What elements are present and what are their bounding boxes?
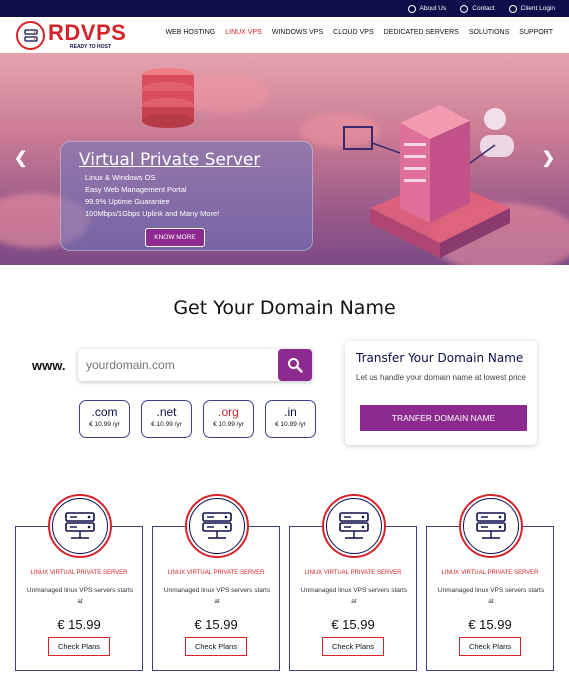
hero-card: Virtual Private Server Linux & Windows O…: [60, 141, 313, 251]
main-menu: WEB HOSTING LINUX VPS WINDOWS VPS CLOUD …: [165, 29, 553, 36]
plan-card: LINUX VIRTUAL PRIVATE SERVER Unmanaged l…: [426, 494, 554, 671]
check-plans-button[interactable]: Check Plans: [322, 637, 384, 656]
server-rack-icon: [202, 512, 232, 539]
plan-price: € 15.99: [468, 617, 512, 632]
plan-name: LINUX VIRTUAL PRIVATE SERVER: [304, 570, 402, 576]
search-icon: [288, 358, 303, 373]
database-illustration: [142, 68, 194, 128]
plan-card: LINUX VIRTUAL PRIVATE SERVER Unmanaged l…: [15, 494, 143, 671]
main-navbar: RDVPS READY TO HOST WEB HOSTING LINUX VP…: [0, 17, 569, 53]
hero-feature: 100Mbps/1Gbps Uplink and Many More!: [85, 209, 220, 218]
client-login-label: Client Login: [520, 5, 555, 12]
server-rack-icon: [65, 512, 95, 539]
server-rack-icon: [339, 512, 369, 539]
tld-extension: .in: [284, 405, 297, 419]
contact-label: Contact: [472, 5, 495, 12]
check-plans-button[interactable]: Check Plans: [48, 637, 110, 656]
know-more-button[interactable]: KNOW MORE: [145, 228, 205, 247]
tld-extension: .org: [218, 405, 239, 419]
transfer-domain-card: Transfer Your Domain Name Let us handle …: [345, 341, 537, 445]
about-icon: [407, 4, 416, 13]
plan-icon-circle: [322, 494, 386, 558]
plan-card: LINUX VIRTUAL PRIVATE SERVER Unmanaged l…: [289, 494, 417, 671]
tld-price: € 10.99 /yr: [89, 421, 120, 428]
hero-title: Virtual Private Server: [79, 150, 261, 170]
tld-price: € 10.99 /yr: [275, 421, 306, 428]
top-utility-bar: About Us Contact Client Login: [0, 0, 569, 17]
plan-name: LINUX VIRTUAL PRIVATE SERVER: [441, 570, 539, 576]
plan-name: LINUX VIRTUAL PRIVATE SERVER: [167, 570, 265, 576]
plan-price: € 15.99: [57, 617, 101, 632]
chevron-right-icon[interactable]: ❯: [542, 148, 555, 168]
about-us-link[interactable]: About Us: [407, 4, 447, 13]
plan-description: Unmanaged linux VPS servers starts at: [163, 587, 271, 605]
tld-card-com[interactable]: .com € 10.99 /yr: [79, 400, 130, 438]
nav-support[interactable]: SUPPORT: [519, 29, 553, 36]
tld-extension: .com: [91, 405, 118, 419]
tld-card-org[interactable]: .org € 10.99 /yr: [203, 400, 254, 438]
www-label: www.: [32, 358, 66, 373]
transfer-title: Transfer Your Domain Name: [356, 351, 524, 365]
contact-link[interactable]: Contact: [460, 4, 495, 13]
domain-search-input[interactable]: [86, 355, 274, 375]
plan-description: Unmanaged linux VPS servers starts at: [26, 587, 134, 605]
plan-icon-circle: [48, 494, 112, 558]
transfer-domain-button[interactable]: TRANFER DOMAIN NAME: [360, 405, 527, 431]
logo-tagline: READY TO HOST: [70, 43, 111, 50]
transfer-description: Let us handle your domain name at lowest…: [356, 373, 526, 382]
plan-card: LINUX VIRTUAL PRIVATE SERVER Unmanaged l…: [152, 494, 280, 671]
tld-card-net[interactable]: .net € 10.99 /yr: [141, 400, 192, 438]
client-login-link[interactable]: Client Login: [508, 4, 555, 13]
plan-icon-circle: [185, 494, 249, 558]
domain-search-button[interactable]: [278, 349, 312, 381]
hero-feature: Linux & Windows OS: [85, 173, 156, 182]
plan-description: Unmanaged linux VPS servers starts at: [437, 587, 545, 605]
nav-cloud-vps[interactable]: CLOUD VPS: [333, 29, 373, 36]
plan-name: LINUX VIRTUAL PRIVATE SERVER: [30, 570, 128, 576]
logo-server-icon: [16, 21, 45, 50]
nav-linux-vps[interactable]: LINUX VPS: [225, 29, 262, 36]
nav-solutions[interactable]: SOLUTIONS: [469, 29, 509, 36]
server-rack-icon: [476, 512, 506, 539]
nav-windows-vps[interactable]: WINDOWS VPS: [272, 29, 323, 36]
plan-icon-circle: [459, 494, 523, 558]
domain-search-box: [78, 349, 312, 381]
chevron-left-icon[interactable]: ❮: [14, 148, 27, 168]
tld-price: € 10.99 /yr: [213, 421, 244, 428]
site-logo[interactable]: RDVPS READY TO HOST: [16, 21, 126, 50]
nav-dedicated-servers[interactable]: DEDICATED SERVERS: [384, 29, 459, 36]
server-tower-illustration: [343, 105, 514, 258]
tld-card-in[interactable]: .in € 10.99 /yr: [265, 400, 316, 438]
tld-price: € 10.99 /yr: [151, 421, 182, 428]
about-us-label: About Us: [419, 5, 447, 12]
login-icon: [508, 4, 517, 13]
hero-feature: Easy Web Management Portal: [85, 185, 187, 194]
logo-brand-text: RDVPS: [48, 19, 127, 45]
hero-banner: ❮ ❯ Virtual Private Server Linux & Windo…: [0, 53, 569, 265]
plan-description: Unmanaged linux VPS servers starts at: [300, 587, 408, 605]
plan-price: € 15.99: [194, 617, 238, 632]
domain-section-title: Get Your Domain Name: [173, 297, 396, 319]
phone-icon: [460, 4, 469, 13]
check-plans-button[interactable]: Check Plans: [185, 637, 247, 656]
tld-extension: .net: [156, 405, 177, 419]
check-plans-button[interactable]: Check Plans: [459, 637, 521, 656]
nav-web-hosting[interactable]: WEB HOSTING: [165, 29, 215, 36]
hero-feature: 99.9% Uptime Guarantee: [85, 197, 170, 206]
plan-price: € 15.99: [331, 617, 375, 632]
